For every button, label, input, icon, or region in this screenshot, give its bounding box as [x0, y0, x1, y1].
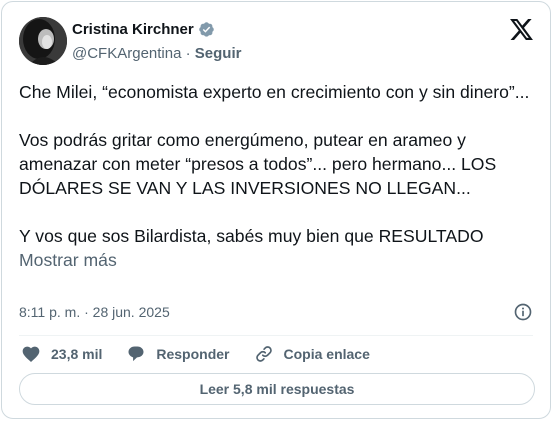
reply-button[interactable]: Responder: [126, 344, 230, 364]
copy-link-button[interactable]: Copia enlace: [254, 344, 370, 364]
likes-count: 23,8 mil: [51, 346, 103, 362]
author-handle-row: @CFKArgentina · Seguir: [72, 45, 241, 62]
show-more-link[interactable]: Mostrar más: [19, 250, 117, 270]
author-name-row: Cristina Kirchner: [72, 21, 215, 38]
tweet-body: Che Milei, “economista experto en crecim…: [19, 82, 530, 246]
action-bar: 23,8 mil Responder Copia enlace: [21, 342, 394, 366]
heart-icon: [22, 346, 40, 362]
tweet-text: Che Milei, “economista experto en crecim…: [19, 80, 539, 272]
comment-icon: [128, 346, 144, 362]
like-button[interactable]: 23,8 mil: [21, 344, 102, 364]
tweet-timestamp[interactable]: 8:11 p. m. · 28 jun. 2025: [19, 304, 170, 320]
avatar[interactable]: [19, 17, 67, 65]
author-name[interactable]: Cristina Kirchner: [72, 21, 194, 38]
copy-link-label: Copia enlace: [283, 346, 370, 362]
read-replies-button[interactable]: Leer 5,8 mil respuestas: [19, 373, 535, 405]
follow-button[interactable]: Seguir: [195, 45, 242, 62]
reply-label: Responder: [156, 346, 230, 362]
avatar-photo: [19, 17, 67, 65]
author-handle[interactable]: @CFKArgentina: [72, 45, 181, 62]
divider: [19, 335, 533, 336]
x-logo-icon[interactable]: [510, 19, 533, 40]
handle-separator: ·: [185, 45, 191, 62]
verified-badge-icon: [198, 22, 214, 37]
link-icon: [255, 346, 272, 362]
info-icon[interactable]: [513, 302, 533, 322]
tweet-card: Cristina Kirchner @CFKArgentina · Seguir…: [1, 1, 551, 419]
